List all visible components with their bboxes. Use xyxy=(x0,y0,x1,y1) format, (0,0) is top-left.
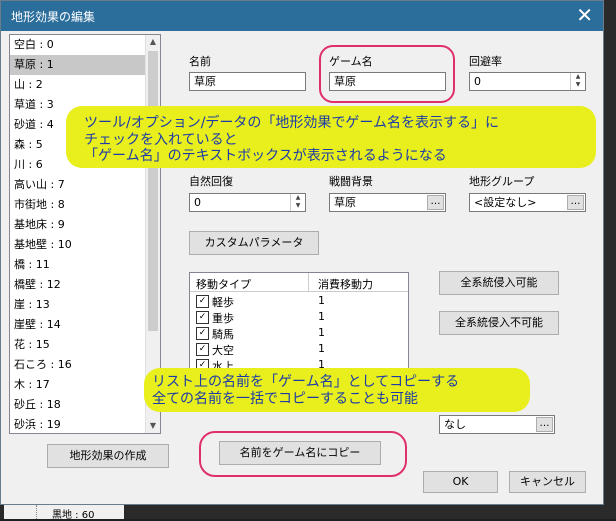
checkbox-icon[interactable]: ✓ xyxy=(196,311,209,324)
grid-header: 移動タイプ 消費移動力 xyxy=(190,273,408,292)
terrain-list-item[interactable]: 市街地 : 8 xyxy=(10,195,160,215)
terrain-effect-dialog: 地形効果の編集 ✕ 空白 : 0 草原 : 1山 : 2 草道 : 3 砂道 : 4森… xyxy=(0,0,604,505)
terrain-list-item[interactable]: 木 : 17 xyxy=(10,375,160,395)
battle-bg-browse-button[interactable]: … xyxy=(427,195,444,210)
background-tree-item: 黒地 : 60 xyxy=(4,505,124,521)
battle-bg-field[interactable]: 草原 … xyxy=(329,193,446,212)
battle-bg-value: 草原 xyxy=(334,196,356,209)
recover-label: 自然回復 xyxy=(189,175,233,188)
move-grid-row[interactable]: ✓ 軽歩 1 xyxy=(190,293,408,309)
terrain-list-item[interactable]: 砂浜 : 19 xyxy=(10,415,160,433)
tree-dotted-line xyxy=(36,505,49,519)
scroll-up-icon[interactable]: ▲ xyxy=(146,35,160,49)
scroll-thumb[interactable] xyxy=(148,51,158,331)
cancel-button[interactable]: キャンセル xyxy=(509,471,586,493)
battle-bg-label: 戦闘背景 xyxy=(329,175,373,188)
checkbox-icon[interactable]: ✓ xyxy=(196,295,209,308)
name-field[interactable]: 草原 xyxy=(189,72,306,91)
group-value: <設定なし> xyxy=(474,196,537,209)
top-annotation-line1: ツール/オプション/データの「地形効果でゲーム名を表示する」に xyxy=(84,115,500,131)
terrain-list-item[interactable]: 砂丘 : 18 xyxy=(10,395,160,415)
copy-name-highlight xyxy=(199,431,407,477)
move-grid-row[interactable]: ✓ 重歩 1 xyxy=(190,309,408,325)
terrain-list-item[interactable]: 山 : 2 xyxy=(10,75,160,95)
avoid-spin-icon[interactable]: ▲ ▼ xyxy=(570,73,585,90)
terrain-list-item[interactable]: 橋壁 : 12 xyxy=(10,275,160,295)
col-move-cost: 消費移動力 xyxy=(318,278,373,291)
move-cost-value: 1 xyxy=(318,342,325,355)
terrain-list[interactable]: 空白 : 0 草原 : 1山 : 2 草道 : 3 砂道 : 4森 : 5川 : 6高… xyxy=(9,34,161,434)
terrain-list-item[interactable]: 基地壁 : 10 xyxy=(10,235,160,255)
terrain-list-item[interactable]: 草原 : 1 xyxy=(10,55,160,75)
custom-parameter-button[interactable]: カスタムパラメータ xyxy=(189,231,319,255)
recover-field[interactable]: 0 ▲ ▼ xyxy=(189,193,306,212)
terrain-list-item[interactable]: 高い山 : 7 xyxy=(10,175,160,195)
window-title: 地形効果の編集 xyxy=(11,10,96,24)
title-bar: 地形効果の編集 ✕ xyxy=(1,1,603,31)
move-cost-value: 1 xyxy=(318,326,325,339)
bottom-right-value: なし xyxy=(444,418,466,431)
recover-spin-icon[interactable]: ▲ ▼ xyxy=(290,194,305,211)
col-move-type: 移動タイプ xyxy=(196,278,251,291)
move-type-name: 重歩 xyxy=(212,312,234,325)
group-field[interactable]: <設定なし> … xyxy=(469,193,586,212)
bottom-annotation-line1: リスト上の名前を「ゲーム名」としてコピーする xyxy=(152,374,460,390)
bottom-right-field[interactable]: なし … xyxy=(439,415,555,434)
group-browse-button[interactable]: … xyxy=(567,195,584,210)
group-label: 地形グループ xyxy=(469,175,535,188)
create-terrain-button[interactable]: 地形効果の作成 xyxy=(47,444,169,468)
terrain-list-item[interactable]: 崖壁 : 14 xyxy=(10,315,160,335)
move-type-name: 大空 xyxy=(212,344,234,357)
close-icon[interactable]: ✕ xyxy=(576,3,593,27)
name-label: 名前 xyxy=(189,55,211,68)
all-invade-off-button[interactable]: 全系統侵入不可能 xyxy=(439,311,559,335)
move-type-name: 軽歩 xyxy=(212,296,234,309)
recover-value: 0 xyxy=(194,196,201,209)
move-grid-row[interactable]: ✓ 大空 1 xyxy=(190,341,408,357)
bottom-right-browse-button[interactable]: … xyxy=(536,417,553,432)
move-type-name: 騎馬 xyxy=(212,328,234,341)
top-annotation-line3: 「ゲーム名」のテキストボックスが表示されるようになる xyxy=(84,148,447,164)
scroll-down-icon[interactable]: ▼ xyxy=(146,419,160,433)
all-invade-on-button[interactable]: 全系統侵入可能 xyxy=(439,271,559,295)
top-annotation-callout: ツール/オプション/データの「地形効果でゲーム名を表示する」に チェックを入れて… xyxy=(66,106,596,168)
checkbox-icon[interactable]: ✓ xyxy=(196,327,209,340)
terrain-list-item[interactable]: 橋 : 11 xyxy=(10,255,160,275)
move-cost-value: 1 xyxy=(318,294,325,307)
avoid-field[interactable]: 0 ▲ ▼ xyxy=(469,72,586,91)
avoid-value: 0 xyxy=(474,75,481,88)
game-name-highlight xyxy=(319,45,455,103)
avoid-label: 回避率 xyxy=(469,55,502,68)
top-annotation-line2: チェックを入れていると xyxy=(84,132,238,148)
terrain-list-item[interactable]: 崖 : 13 xyxy=(10,295,160,315)
grid-header-separator xyxy=(308,273,309,291)
terrain-list-item[interactable]: 石ころ : 16 xyxy=(10,355,160,375)
terrain-list-item[interactable]: 花 : 15 xyxy=(10,335,160,355)
bottom-annotation-line2: 全ての名前を一括でコピーすることも可能 xyxy=(152,391,418,407)
bottom-annotation-callout: リスト上の名前を「ゲーム名」としてコピーする 全ての名前を一括でコピーすることも… xyxy=(144,368,530,412)
move-cost-value: 1 xyxy=(318,310,325,323)
move-grid-row[interactable]: ✓ 騎馬 1 xyxy=(190,325,408,341)
checkbox-icon[interactable]: ✓ xyxy=(196,343,209,356)
ok-button[interactable]: OK xyxy=(423,471,498,493)
terrain-list-item[interactable]: 空白 : 0 xyxy=(10,35,160,55)
terrain-list-item[interactable]: 基地床 : 9 xyxy=(10,215,160,235)
